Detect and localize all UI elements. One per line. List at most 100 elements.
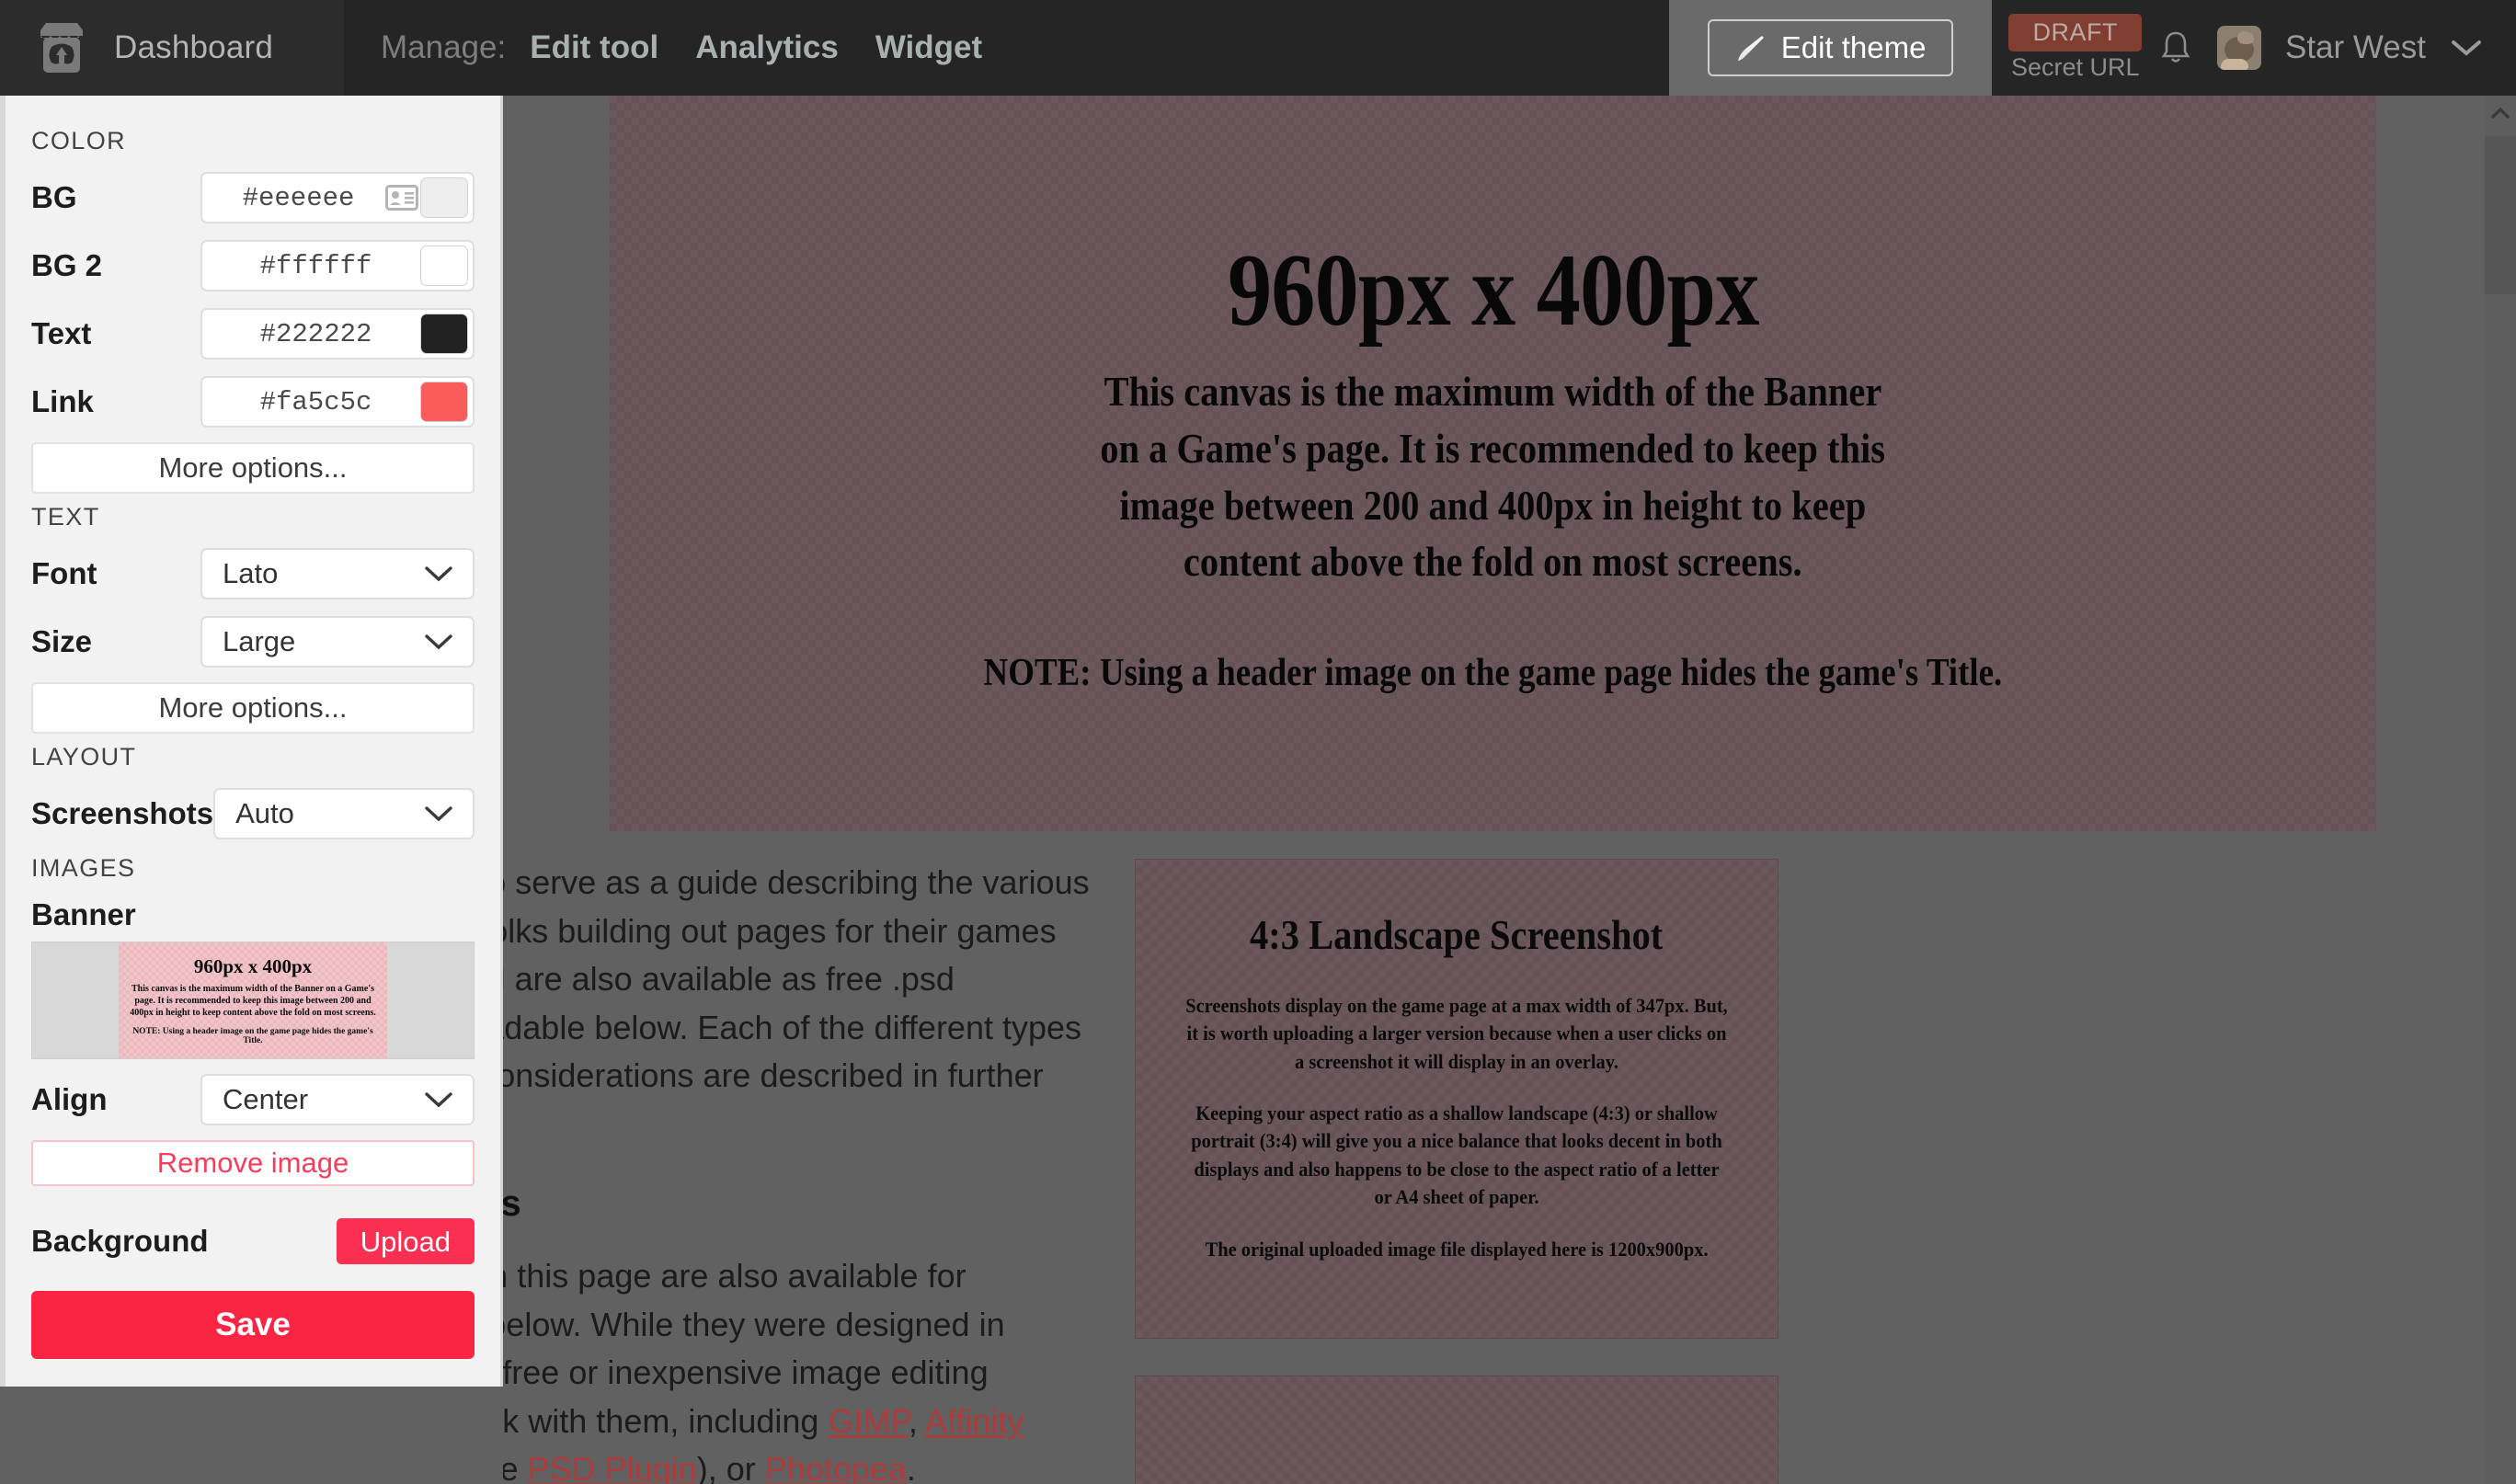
color-row-bg-label: BG <box>31 180 77 214</box>
avatar[interactable] <box>2216 26 2261 70</box>
psd-sep-1: , <box>908 1401 925 1440</box>
bg2-color-swatch[interactable] <box>420 245 468 286</box>
align-label: Align <box>31 1082 108 1116</box>
link-color-value[interactable]: #fa5c5c <box>202 387 420 417</box>
upload-background-button[interactable]: Upload <box>336 1218 475 1264</box>
edit-theme-label: Edit theme <box>1780 30 1927 64</box>
layout-section-heading: LAYOUT <box>31 743 137 771</box>
link-color-field[interactable]: #fa5c5c <box>200 376 475 428</box>
remove-image-button[interactable]: Remove image <box>31 1140 475 1186</box>
text-more-options-button[interactable]: More options... <box>31 682 475 734</box>
nav-dashboard-link[interactable]: Dashboard <box>114 29 273 66</box>
text-color-swatch[interactable] <box>420 314 468 354</box>
psd-paragraph-part-c: ), or <box>696 1450 765 1484</box>
link-psd-plugin[interactable]: PSD Plugin <box>528 1450 697 1484</box>
images-section-heading: IMAGES <box>31 854 136 882</box>
bg-color-field[interactable]: #eeeeee <box>200 172 475 223</box>
avatar-image-detail-2 <box>2220 59 2248 70</box>
intro-paragraph: This itch project is intended to serve a… <box>503 863 1090 1095</box>
edit-theme-cell: Edit theme <box>1668 0 1993 96</box>
color-section-heading: COLOR <box>31 127 127 154</box>
size-label: Size <box>31 624 93 658</box>
layout-row-screenshots: Screenshots Auto <box>31 786 475 841</box>
banner-thumb-note: NOTE: Using a header image on the game p… <box>132 1027 373 1046</box>
bg2-color-field[interactable]: #ffffff <box>200 240 475 291</box>
text-color-value[interactable]: #222222 <box>202 319 420 349</box>
bg2-color-value[interactable]: #ffffff <box>202 251 420 281</box>
link-gimp[interactable]: GIMP <box>828 1402 908 1440</box>
banner-preview-line2: on a Game's page. It is recommended to k… <box>1100 424 1886 472</box>
chevron-down-icon <box>425 566 452 582</box>
draft-badge: DRAFT <box>2008 14 2142 51</box>
screenshot-panel-para-1: Screenshots display on the game page at … <box>1185 994 1728 1073</box>
screenshot-preview-panel[interactable]: 4:3 Landscape Screenshot Screenshots dis… <box>1135 859 1778 1339</box>
color-row-bg2-label: BG 2 <box>31 248 103 282</box>
screenshot-panel-title: 4:3 Landscape Screenshot <box>1250 912 1664 958</box>
chevron-up-icon <box>2491 107 2510 119</box>
nav-link-analytics[interactable]: Analytics <box>695 29 839 66</box>
theme-editor-sidebar: COLOR BG #eeeeee BG 2 #ffffff Text #2222… <box>6 96 503 1387</box>
draft-status-cell: DRAFT Secret URL <box>1992 0 2158 96</box>
chevron-down-icon <box>425 634 452 650</box>
psd-templates-paragraph: All of the images displayed on this page… <box>503 1252 1098 1484</box>
screenshots-select-value: Auto <box>235 797 294 829</box>
background-label: Background <box>31 1224 209 1258</box>
preview-main-column: This itch project is intended to serve a… <box>503 859 1098 1484</box>
bg-color-value[interactable]: #eeeeee <box>202 183 385 213</box>
size-select[interactable]: Large <box>200 616 475 668</box>
secret-url-link[interactable]: Secret URL <box>2011 53 2140 82</box>
nav-brand-cell[interactable]: Dashboard <box>0 0 344 96</box>
nav-user-section: Star West <box>2158 0 2516 96</box>
color-row-link-label: Link <box>31 384 94 418</box>
page-scrollbar[interactable] <box>2485 96 2516 1484</box>
color-row-bg: BG #eeeeee <box>31 170 475 225</box>
banner-thumb-title: 960px x 400px <box>193 954 313 977</box>
chevron-down-icon <box>425 806 452 822</box>
color-more-options-button[interactable]: More options... <box>31 442 475 494</box>
font-select[interactable]: Lato <box>200 548 475 599</box>
contact-card-icon[interactable] <box>385 185 418 211</box>
theme-preview-area: 960px x 400px This canvas is the maximum… <box>503 96 2497 1484</box>
save-button[interactable]: Save <box>31 1291 475 1359</box>
banner-preview-line1: This canvas is the maximum width of the … <box>1104 368 1882 416</box>
link-photopea[interactable]: Photopea <box>765 1450 907 1484</box>
top-navigation-bar: Dashboard Manage: Edit tool Analytics Wi… <box>0 0 2516 96</box>
font-label: Font <box>31 556 97 590</box>
text-row-size: Size Large <box>31 614 475 669</box>
psd-templates-heading: Using the .PSD Templates <box>503 1183 521 1225</box>
font-select-value: Lato <box>223 557 279 589</box>
color-row-text: Text #222222 <box>31 306 475 361</box>
align-select[interactable]: Center <box>200 1074 475 1125</box>
psd-paragraph-part-d: . <box>906 1450 916 1484</box>
screenshots-select[interactable]: Auto <box>213 788 475 839</box>
screenshots-label: Screenshots <box>31 796 214 830</box>
preview-side-column: 4:3 Landscape Screenshot Screenshots dis… <box>1135 859 1778 1484</box>
link-color-swatch[interactable] <box>420 382 468 422</box>
text-color-field[interactable]: #222222 <box>200 308 475 360</box>
nav-link-edit-tool[interactable]: Edit tool <box>530 29 658 66</box>
banner-thumbnail[interactable]: 960px x 400px This canvas is the maximum… <box>31 942 475 1059</box>
screenshot-panel-para-2: Keeping your aspect ratio as a shallow l… <box>1191 1102 1722 1209</box>
nav-manage-label: Manage: <box>381 29 507 65</box>
chevron-down-icon[interactable] <box>2450 38 2483 58</box>
notification-bell-icon[interactable] <box>2158 29 2193 67</box>
images-row-background: Background Upload <box>31 1214 475 1269</box>
scrollbar-thumb[interactable] <box>2485 136 2516 294</box>
edit-theme-button[interactable]: Edit theme <box>1707 19 1954 76</box>
nav-link-widget[interactable]: Widget <box>875 29 982 66</box>
screenshot-panel-para-3: The original uploaded image file display… <box>1205 1237 1709 1261</box>
color-row-bg2: BG 2 #ffffff <box>31 238 475 293</box>
chevron-down-icon <box>425 1092 452 1108</box>
banner-preview-image: 960px x 400px This canvas is the maximum… <box>610 96 2376 831</box>
banner-preview-line3: image between 200 and 400px in height to… <box>1119 481 1867 529</box>
page-body: COLOR BG #eeeeee BG 2 #ffffff Text #2222… <box>0 96 2516 1484</box>
username-label[interactable]: Star West <box>2285 29 2426 66</box>
banner-label: Banner <box>31 897 136 931</box>
size-select-value: Large <box>223 625 296 657</box>
bg-color-swatch[interactable] <box>420 177 468 218</box>
color-row-link: Link #fa5c5c <box>31 374 475 429</box>
scrollbar-up-button[interactable] <box>2485 96 2516 131</box>
align-select-value: Center <box>223 1083 309 1115</box>
screenshot-preview-panel-secondary[interactable] <box>1135 1376 1778 1484</box>
banner-preview-title: 960px x 400px <box>1227 234 1759 348</box>
